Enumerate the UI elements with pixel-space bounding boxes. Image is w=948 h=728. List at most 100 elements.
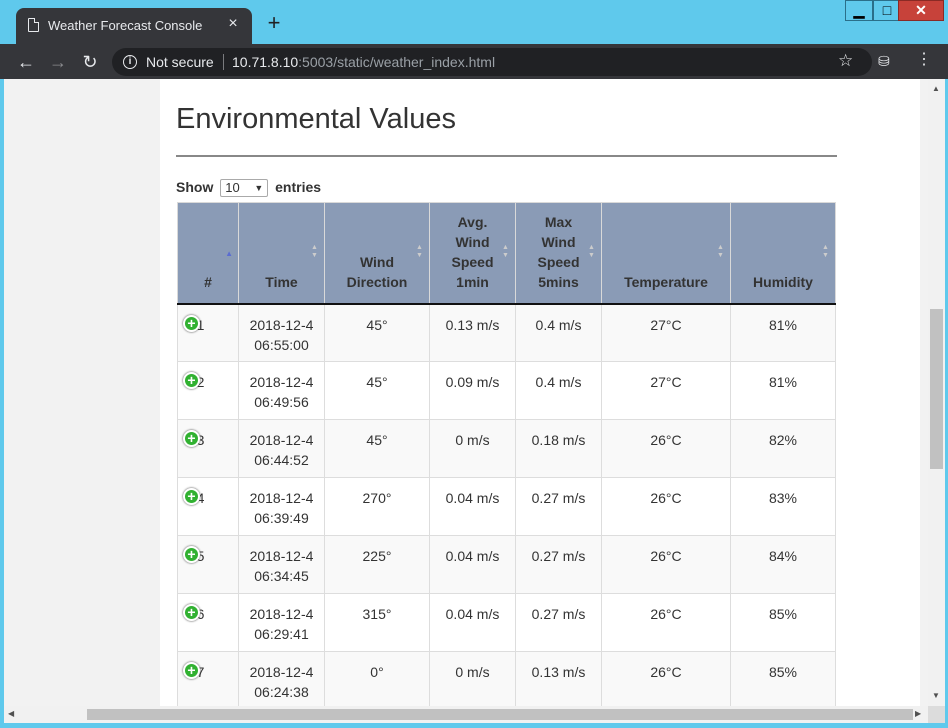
- info-icon[interactable]: i: [123, 55, 137, 69]
- wind-direction-cell: 225°: [324, 535, 430, 594]
- menu-icon[interactable]: ⋮: [916, 50, 932, 70]
- temperature-cell: 26°C: [601, 419, 731, 478]
- expand-row-icon[interactable]: +: [183, 488, 200, 505]
- page-title: Environmental Values: [176, 103, 456, 135]
- time-cell: 2018-12-4 06:34:45: [238, 535, 325, 594]
- expand-row-icon[interactable]: +: [183, 430, 200, 447]
- temperature-cell: 26°C: [601, 651, 731, 706]
- scroll-down-icon[interactable]: ▼: [932, 691, 940, 700]
- sort-icon: ▲ ▼: [717, 244, 724, 259]
- column-header-temperature[interactable]: Temperature ▲ ▼: [601, 202, 731, 305]
- time-clock: 06:29:41: [254, 626, 309, 642]
- new-tab-button[interactable]: +: [262, 12, 286, 36]
- back-button[interactable]: ←: [14, 50, 38, 74]
- wind-direction-cell: 45°: [324, 361, 430, 420]
- column-header-max-wind[interactable]: Max Wind Speed 5mins ▲ ▼: [515, 202, 602, 305]
- expand-row-icon[interactable]: +: [183, 314, 200, 332]
- table-row: +6 2018-12-4 06:29:41 315° 0.04 m/s 0.27 …: [177, 593, 836, 652]
- table-row: +7 2018-12-4 06:24:38 0° 0 m/s 0.13 m/s 2…: [177, 651, 836, 706]
- close-window-button[interactable]: ✕: [898, 0, 944, 21]
- column-label: #: [204, 273, 212, 290]
- url-text[interactable]: 10.71.8.10:5003/static/weather_index.htm…: [232, 54, 495, 70]
- forward-button[interactable]: →: [46, 50, 70, 74]
- page-content: Environmental Values Show 10 ▼ entries # ▲…: [160, 79, 920, 706]
- length-prefix: Show: [176, 179, 214, 195]
- temperature-cell: 26°C: [601, 535, 731, 594]
- time-clock: 06:34:45: [254, 568, 309, 584]
- wind-direction-cell: 270°: [324, 477, 430, 536]
- column-label: Time: [265, 273, 298, 290]
- time-clock: 06:24:38: [254, 684, 309, 700]
- incognito-icon[interactable]: ⛁: [878, 52, 890, 70]
- wind-direction-cell: 45°: [324, 303, 430, 362]
- star-icon[interactable]: ☆: [838, 52, 853, 70]
- sort-icon: ▲ ▼: [822, 244, 829, 259]
- column-header-index[interactable]: # ▲: [177, 202, 239, 305]
- tab-close-icon[interactable]: ×: [224, 15, 242, 33]
- browser-toolbar: ← → ↻ i Not secure 10.71.8.10:5003/stati…: [0, 44, 948, 79]
- column-header-wind-direction[interactable]: Wind Direction ▲ ▼: [324, 202, 430, 305]
- maximize-button[interactable]: □: [873, 0, 901, 21]
- expand-row-icon[interactable]: +: [183, 662, 200, 679]
- scroll-up-icon[interactable]: ▲: [932, 84, 940, 93]
- address-bar[interactable]: i Not secure 10.71.8.10:5003/static/weat…: [112, 48, 872, 76]
- max-wind-cell: 0.27 m/s: [515, 535, 602, 594]
- max-wind-cell: 0.4 m/s: [515, 361, 602, 420]
- column-header-humidity[interactable]: Humidity ▲ ▼: [730, 202, 836, 305]
- humidity-cell: 85%: [730, 651, 836, 706]
- time-cell: 2018-12-4 06:39:49: [238, 477, 325, 536]
- avg-wind-cell: 0.13 m/s: [429, 303, 516, 362]
- minimize-icon: ▁: [853, 2, 865, 18]
- column-header-avg-wind[interactable]: Avg. Wind Speed 1min ▲ ▼: [429, 202, 516, 305]
- chevron-down-icon: ▼: [254, 183, 264, 194]
- minimize-button[interactable]: ▁: [845, 0, 873, 21]
- reload-button[interactable]: ↻: [78, 50, 102, 74]
- horizontal-scrollbar[interactable]: ◀ ▶: [4, 706, 928, 723]
- time-date: 2018-12-4: [249, 316, 314, 333]
- avg-wind-cell: 0.04 m/s: [429, 477, 516, 536]
- expand-row-icon[interactable]: +: [183, 604, 200, 621]
- table-row: +5 2018-12-4 06:34:45 225° 0.04 m/s 0.27 …: [177, 535, 836, 594]
- wind-direction-cell: 315°: [324, 593, 430, 652]
- close-icon: ✕: [915, 2, 927, 18]
- temperature-cell: 26°C: [601, 593, 731, 652]
- time-clock: 06:49:56: [254, 394, 309, 410]
- tab-title: Weather Forecast Console: [48, 18, 203, 33]
- time-date: 2018-12-4: [249, 664, 314, 680]
- time-date: 2018-12-4: [249, 548, 314, 564]
- url-path: :5003/static/weather_index.html: [298, 54, 496, 70]
- scroll-left-icon[interactable]: ◀: [8, 709, 14, 718]
- sort-icon: ▲ ▼: [416, 244, 423, 259]
- time-clock: 06:39:49: [254, 510, 309, 526]
- horizontal-scroll-thumb[interactable]: [87, 709, 913, 720]
- max-wind-cell: 0.18 m/s: [515, 419, 602, 478]
- row-index-cell: +7: [177, 651, 239, 706]
- time-date: 2018-12-4: [249, 432, 314, 448]
- row-index-cell: +4: [177, 477, 239, 536]
- page-viewport: Environmental Values Show 10 ▼ entries # ▲…: [4, 79, 928, 706]
- column-label: Humidity: [753, 273, 813, 290]
- humidity-cell: 82%: [730, 419, 836, 478]
- length-suffix: entries: [275, 179, 322, 195]
- wind-direction-cell: 0°: [324, 651, 430, 706]
- vertical-scrollbar[interactable]: ▲ ▼: [928, 79, 945, 706]
- page-length-control: Show 10 ▼ entries: [176, 179, 322, 198]
- back-icon: ←: [17, 52, 35, 72]
- browser-tab[interactable]: Weather Forecast Console ×: [16, 8, 252, 44]
- scrollbar-corner: [928, 706, 945, 723]
- document-icon: [28, 18, 39, 32]
- maximize-icon: □: [882, 2, 892, 18]
- page-length-select[interactable]: 10 ▼: [220, 179, 269, 198]
- expand-row-icon[interactable]: +: [183, 372, 200, 389]
- table-row: +2 2018-12-4 06:49:56 45° 0.09 m/s 0.4 m/…: [177, 361, 836, 420]
- column-label: Temperature: [624, 273, 708, 290]
- scroll-right-icon[interactable]: ▶: [915, 709, 921, 718]
- page-length-value: 10: [225, 180, 240, 196]
- tab-strip: Weather Forecast Console × + ▁ □ ✕: [0, 0, 948, 44]
- vertical-scroll-thumb[interactable]: [930, 309, 943, 469]
- avg-wind-cell: 0 m/s: [429, 651, 516, 706]
- security-label[interactable]: Not secure: [146, 54, 214, 70]
- expand-row-icon[interactable]: +: [183, 546, 200, 563]
- humidity-cell: 81%: [730, 303, 836, 362]
- column-header-time[interactable]: Time ▲ ▼: [238, 202, 325, 305]
